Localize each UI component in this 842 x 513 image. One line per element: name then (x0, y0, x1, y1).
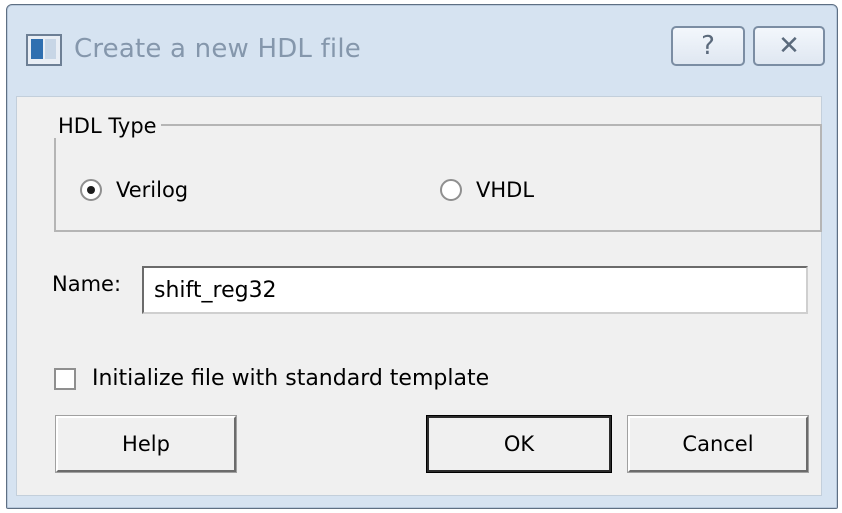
title-bar: Create a new HDL file ? ✕ (0, 0, 842, 98)
name-input[interactable] (142, 266, 808, 314)
initialize-template-label: Initialize file with standard template (92, 366, 490, 391)
hdl-type-legend: HDL Type (54, 114, 161, 138)
cancel-button[interactable]: Cancel (627, 415, 809, 473)
initialize-template-checkbox[interactable]: Initialize file with standard template (54, 366, 489, 391)
radio-verilog-indicator[interactable] (80, 179, 102, 201)
initialize-template-checkbox-box[interactable] (54, 367, 76, 390)
radio-vhdl[interactable]: VHDL (440, 178, 534, 202)
dialog-title: Create a new HDL file (74, 34, 361, 64)
radio-verilog-label: Verilog (116, 178, 189, 202)
title-close-button[interactable]: ✕ (753, 26, 825, 66)
help-button[interactable]: Help (55, 415, 237, 473)
radio-vhdl-label: VHDL (476, 178, 535, 202)
app-window-icon (26, 34, 62, 66)
ok-button[interactable]: OK (426, 415, 612, 473)
name-label: Name: (52, 272, 122, 296)
radio-verilog[interactable]: Verilog (80, 178, 188, 202)
radio-vhdl-indicator[interactable] (440, 179, 462, 201)
title-help-button[interactable]: ? (671, 26, 745, 66)
